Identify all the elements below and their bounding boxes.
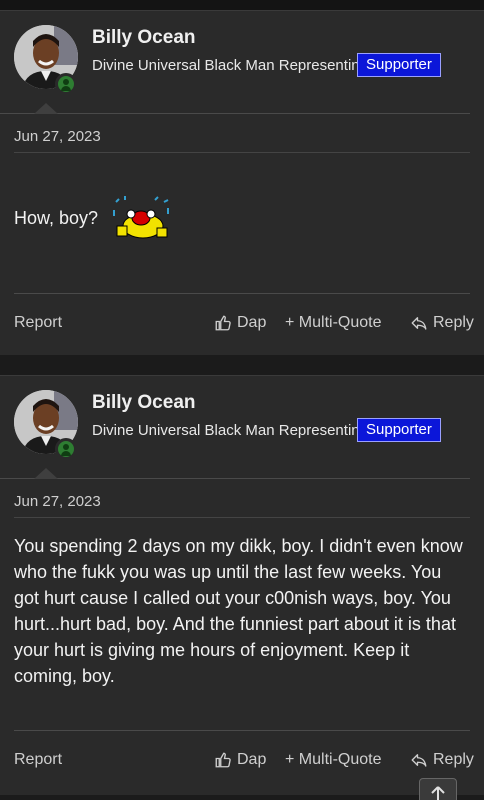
post-body: How, boy?: [14, 196, 470, 242]
online-user-icon: [55, 73, 77, 95]
dap-button[interactable]: Dap: [214, 751, 266, 769]
post-actions: Report Dap + Multi-Quote Reply: [14, 310, 474, 340]
report-link[interactable]: Report: [14, 314, 62, 332]
post-user-header: Billy Ocean Divine Universal Black Man R…: [0, 11, 470, 114]
post: Billy Ocean Divine Universal Black Man R…: [0, 375, 484, 795]
username[interactable]: Billy Ocean: [92, 392, 196, 414]
reply-icon: [411, 317, 427, 330]
reply-label: Reply: [433, 314, 474, 331]
multi-quote-label: + Multi-Quote: [285, 314, 382, 331]
thumbs-up-icon: [215, 315, 231, 331]
post-date[interactable]: Jun 27, 2023: [14, 493, 101, 510]
user-title: Divine Universal Black Man Representin': [92, 57, 363, 74]
message-pointer: [34, 103, 58, 114]
divider: [14, 730, 470, 731]
online-user-icon: [55, 438, 77, 460]
multi-quote-button[interactable]: + Multi-Quote: [285, 314, 381, 332]
supporter-badge: Supporter: [357, 418, 441, 442]
reply-button[interactable]: Reply: [410, 314, 474, 332]
crying-laughing-emoji-icon: [111, 196, 171, 242]
post: Billy Ocean Divine Universal Black Man R…: [0, 10, 484, 355]
multi-quote-button[interactable]: + Multi-Quote: [285, 751, 381, 769]
reply-label: Reply: [433, 751, 474, 768]
message-pointer: [34, 468, 58, 479]
post-text: How, boy?: [14, 207, 99, 228]
divider: [14, 293, 470, 294]
post-date[interactable]: Jun 27, 2023: [14, 128, 101, 145]
post-user-header: Billy Ocean Divine Universal Black Man R…: [0, 376, 470, 479]
top-bar: [0, 0, 484, 10]
report-link[interactable]: Report: [14, 751, 62, 769]
scroll-to-top-button[interactable]: [419, 778, 457, 800]
post-body: You spending 2 days on my dikk, boy. I d…: [14, 536, 463, 686]
dap-button[interactable]: Dap: [214, 314, 266, 332]
reply-button[interactable]: Reply: [410, 751, 474, 769]
divider: [14, 152, 470, 153]
post-actions: Report Dap + Multi-Quote Reply: [14, 747, 474, 777]
multi-quote-label: + Multi-Quote: [285, 751, 382, 768]
dap-label: Dap: [237, 751, 267, 768]
supporter-badge: Supporter: [357, 53, 441, 77]
user-title: Divine Universal Black Man Representin': [92, 422, 363, 439]
username[interactable]: Billy Ocean: [92, 27, 196, 49]
dap-label: Dap: [237, 314, 267, 331]
arrow-up-icon: [431, 786, 445, 800]
thumbs-up-icon: [215, 752, 231, 768]
reply-icon: [411, 754, 427, 767]
divider: [14, 517, 470, 518]
